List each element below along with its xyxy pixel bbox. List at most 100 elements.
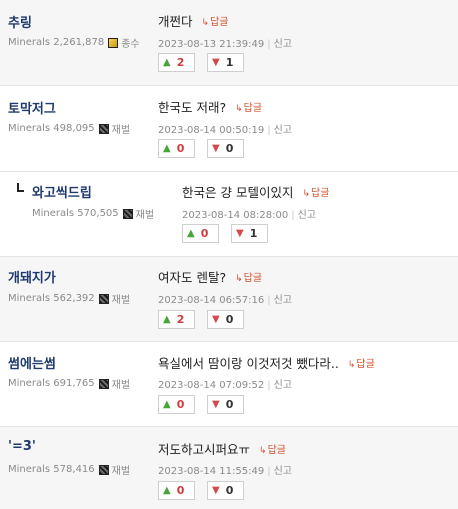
separator: | [267, 466, 271, 477]
upvote-count: 2 [176, 56, 185, 69]
author-meta: Minerals 498,095 재벌 [8, 121, 130, 136]
thumbs-down-icon: ▼ [236, 228, 244, 239]
rank-label: 재벌 [135, 210, 155, 221]
minerals-count: Minerals 2,261,878 [8, 37, 105, 48]
reply-button[interactable]: ↳답글 [302, 184, 329, 199]
comment-date-line: 2023-08-14 08:28:00 | 신고 [182, 206, 316, 221]
report-button[interactable]: 신고 [274, 39, 292, 50]
upvote-button[interactable]: ▲ 0 [158, 139, 195, 158]
thumbs-down-icon: ▼ [212, 314, 220, 325]
reply-label: 답글 [356, 359, 375, 370]
rank-label: 종수 [121, 39, 140, 50]
report-button[interactable]: 신고 [274, 380, 292, 391]
downvote-count: 0 [225, 313, 234, 326]
rank-label: 재벌 [111, 380, 131, 391]
downvote-button[interactable]: ▼ 0 [207, 395, 244, 414]
comment-text: 욕실에서 땀이랑 이것저것 뺐다라.. ↳답글 [158, 353, 375, 372]
thumbs-up-icon: ▲ [163, 314, 171, 325]
author-meta: Minerals 562,392 재벌 [8, 291, 130, 306]
upvote-count: 0 [176, 484, 185, 497]
comment-body: 개쩐다 [158, 14, 193, 29]
report-button[interactable]: 신고 [298, 210, 316, 221]
comment-date-line: 2023-08-13 21:39:49 | 신고 [158, 35, 292, 50]
downvote-count: 0 [225, 142, 234, 155]
reply-button[interactable]: ↳답글 [235, 269, 262, 284]
reply-button[interactable]: ↳답글 [202, 13, 229, 28]
author-meta: Minerals 2,261,878 종수 [8, 35, 140, 50]
comment-author[interactable]: 개돼지가 [8, 267, 56, 286]
comment-date: 2023-08-14 07:09:52 [158, 380, 265, 391]
downvote-button[interactable]: ▼ 1 [207, 53, 244, 72]
comment-date-line: 2023-08-14 07:09:52 | 신고 [158, 376, 292, 391]
report-button[interactable]: 신고 [274, 125, 292, 136]
author-meta: Minerals 578,416 재벌 [8, 462, 130, 477]
minerals-count: Minerals 562,392 [8, 293, 95, 304]
upvote-button[interactable]: ▲ 0 [182, 224, 219, 243]
comment-body: 한국은 걍 모텔이있지 [182, 185, 294, 200]
thumbs-up-icon: ▲ [163, 57, 171, 68]
thumbs-up-icon: ▲ [163, 485, 171, 496]
thumbs-up-icon: ▲ [163, 143, 171, 154]
report-button[interactable]: 신고 [274, 466, 292, 477]
comment-author[interactable]: 썸에는썸 [8, 353, 56, 372]
reply-label: 답글 [243, 273, 263, 284]
comment-date-line: 2023-08-14 00:50:19 | 신고 [158, 121, 292, 136]
comment-author[interactable]: 추링 [8, 12, 32, 31]
upvote-button[interactable]: ▲ 0 [158, 395, 195, 414]
comment-date: 2023-08-13 21:39:49 [158, 39, 265, 50]
comment-author[interactable]: 와고씩드립 [32, 182, 92, 201]
reply-label: 답글 [210, 17, 229, 28]
nested-reply-icon [17, 183, 24, 192]
rank-label: 재벌 [111, 466, 131, 477]
upvote-count: 0 [176, 142, 185, 155]
separator: | [267, 380, 271, 391]
reply-arrow-icon: ↳ [347, 360, 356, 370]
dark-rank-icon [98, 378, 109, 389]
upvote-count: 2 [176, 313, 185, 326]
upvote-count: 0 [176, 398, 185, 411]
report-button[interactable]: 신고 [274, 295, 292, 306]
reply-label: 답글 [267, 445, 286, 456]
comment-body: 여자도 렌탈? [158, 270, 227, 285]
reply-label: 답글 [311, 188, 330, 199]
comment-date: 2023-08-14 08:28:00 [182, 210, 289, 221]
dark-rank-icon [122, 208, 133, 219]
reply-button[interactable]: ↳답글 [348, 355, 375, 370]
downvote-count: 0 [225, 398, 234, 411]
downvote-button[interactable]: ▼ 1 [231, 224, 268, 243]
reply-arrow-icon: ↳ [259, 446, 267, 456]
comment-body: 한국도 저래? [158, 100, 227, 115]
thumbs-down-icon: ▼ [212, 399, 220, 410]
downvote-button[interactable]: ▼ 0 [207, 481, 244, 500]
comment-text: 개쩐다 ↳답글 [158, 11, 228, 30]
rank-label: 재벌 [111, 295, 131, 306]
thumbs-down-icon: ▼ [212, 485, 220, 496]
thumbs-down-icon: ▼ [212, 143, 220, 154]
minerals-count: Minerals 570,505 [32, 208, 119, 219]
reply-arrow-icon: ↳ [302, 189, 310, 199]
reply-button[interactable]: ↳답글 [259, 441, 286, 456]
minerals-count: Minerals 691,765 [8, 378, 95, 389]
downvote-count: 0 [225, 484, 234, 497]
gold-rank-icon [108, 37, 119, 48]
dark-rank-icon [98, 464, 109, 475]
thumbs-up-icon: ▲ [187, 228, 195, 239]
downvote-button[interactable]: ▼ 0 [207, 139, 244, 158]
upvote-button[interactable]: ▲ 2 [158, 53, 195, 72]
minerals-count: Minerals 578,416 [8, 464, 95, 475]
reply-button[interactable]: ↳답글 [235, 99, 262, 114]
separator: | [267, 39, 271, 50]
comment-date: 2023-08-14 11:55:49 [158, 466, 265, 477]
author-meta: Minerals 691,765 재벌 [8, 376, 130, 391]
thumbs-up-icon: ▲ [163, 399, 171, 410]
comment-author[interactable]: '=3' [8, 439, 36, 454]
minerals-count: Minerals 498,095 [8, 123, 95, 134]
thumbs-down-icon: ▼ [212, 57, 220, 68]
upvote-button[interactable]: ▲ 2 [158, 310, 195, 329]
downvote-button[interactable]: ▼ 0 [207, 310, 244, 329]
dark-rank-icon [98, 123, 109, 134]
comment-author[interactable]: 토막저그 [8, 98, 56, 117]
comment-date-line: 2023-08-14 06:57:16 | 신고 [158, 291, 292, 306]
comment-text: 여자도 렌탈? ↳답글 [158, 267, 262, 286]
upvote-button[interactable]: ▲ 0 [158, 481, 195, 500]
